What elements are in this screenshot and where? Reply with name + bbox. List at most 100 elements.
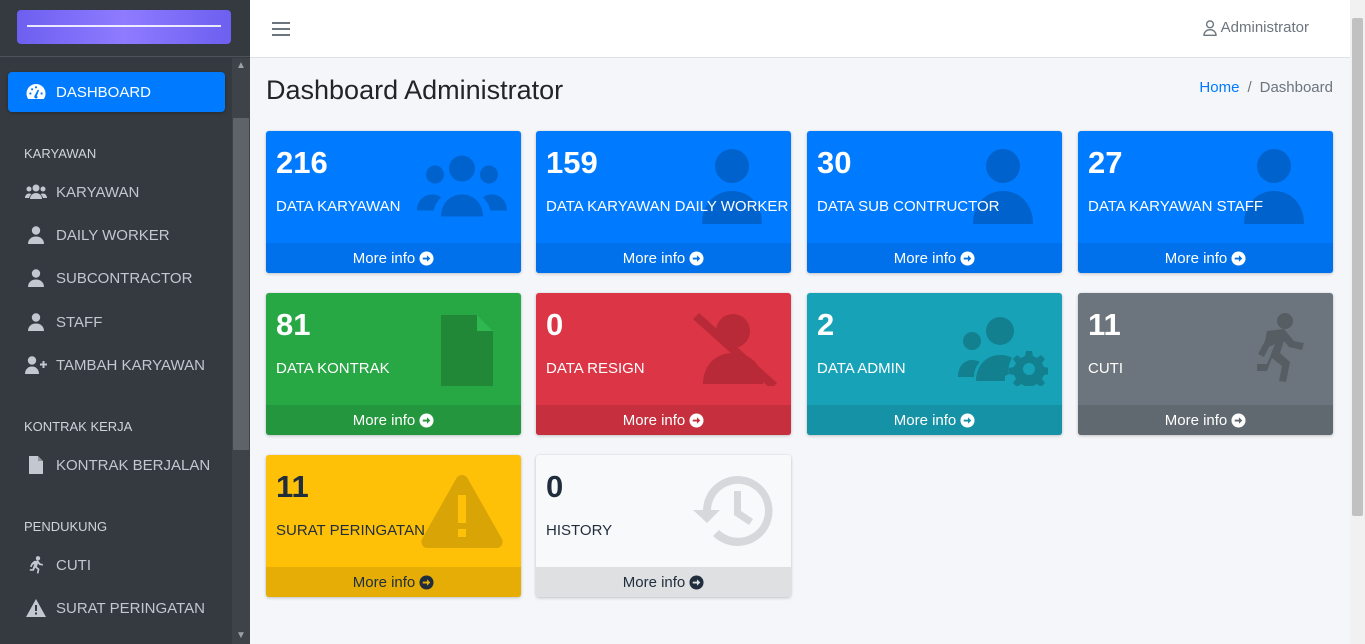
page-title: Dashboard Administrator: [266, 75, 564, 105]
box-value: 30: [817, 145, 852, 180]
sidebar-item-surat-peringatan[interactable]: SURAT PERINGATAN: [8, 588, 225, 628]
sidebar-item-subcontractor[interactable]: SUBCONTRACTOR: [8, 258, 225, 298]
small-box-data-admin: 2 DATA ADMIN More info: [807, 293, 1062, 435]
box-label: DATA KARYAWAN: [276, 198, 401, 215]
arrow-circle-right-icon: [419, 412, 434, 428]
box-value: 0: [546, 469, 564, 504]
more-info-link[interactable]: More info: [266, 243, 521, 273]
box-label: HISTORY: [546, 522, 613, 539]
more-info-label: More info: [622, 573, 686, 591]
sidebar-item-label: DAILY WORKER: [56, 226, 170, 244]
user-name: Administrator: [1220, 19, 1309, 36]
more-info-link[interactable]: More info: [536, 405, 791, 435]
sidebar-item-label: CUTI: [56, 556, 91, 574]
box-value: 2: [817, 307, 835, 342]
small-box-daily-worker: 159 DATA KARYAWAN DAILY WORKER More info: [536, 131, 791, 273]
small-box-history: 0 HISTORY More info: [536, 455, 791, 597]
box-label: DATA KONTRAK: [276, 360, 390, 377]
more-info-link[interactable]: More info: [1078, 405, 1333, 435]
more-info-label: More info: [352, 411, 416, 429]
sidebar-item-cuti[interactable]: CUTI: [8, 545, 225, 585]
small-box-cuti: 11 CUTI More info: [1078, 293, 1333, 435]
brand-logo[interactable]: [17, 10, 231, 44]
sidebar-nav: DASHBOARD KARYAWAN KARYAWAN DAILY WORKER…: [0, 58, 232, 644]
warning-icon: [417, 473, 507, 548]
menu-toggle-icon[interactable]: [272, 18, 290, 40]
box-value: 0: [546, 307, 564, 342]
box-value: 159: [546, 145, 598, 180]
user-slash-icon: [687, 311, 777, 389]
nav-header-kontrak-kerja: KONTRAK KERJA: [24, 419, 133, 434]
more-info-label: More info: [893, 411, 957, 429]
user-menu[interactable]: Administrator: [1202, 19, 1309, 36]
more-info-link[interactable]: More info: [807, 243, 1062, 273]
sidebar-item-tambah-karyawan[interactable]: TAMBAH KARYAWAN: [8, 345, 225, 385]
arrow-circle-right-icon: [419, 250, 434, 266]
arrow-circle-right-icon: [1231, 250, 1246, 266]
sidebar-scroll-thumb[interactable]: [233, 118, 249, 450]
more-info-link[interactable]: More info: [807, 405, 1062, 435]
user-icon: [25, 224, 47, 246]
box-value: 11: [276, 469, 309, 504]
small-box-surat-peringatan: 11 SURAT PERINGATAN More info: [266, 455, 521, 597]
user-icon: [25, 267, 47, 289]
small-box-data-karyawan: 216 DATA KARYAWAN More info: [266, 131, 521, 273]
more-info-label: More info: [893, 249, 957, 267]
users-icon: [25, 181, 47, 203]
arrow-circle-right-icon: [689, 250, 704, 266]
more-info-link[interactable]: More info: [536, 567, 791, 597]
sidebar-item-dashboard[interactable]: DASHBOARD: [8, 72, 225, 112]
file-icon: [417, 311, 507, 386]
user-plus-icon: [25, 354, 47, 376]
more-info-link[interactable]: More info: [536, 243, 791, 273]
topbar: Administrator: [250, 0, 1350, 58]
sidebar-item-karyawan[interactable]: KARYAWAN: [8, 172, 225, 212]
box-value: 216: [276, 145, 328, 180]
small-box-karyawan-staff: 27 DATA KARYAWAN STAFF More info: [1078, 131, 1333, 273]
small-box-data-kontrak: 81 DATA KONTRAK More info: [266, 293, 521, 435]
small-box-sub-contructor: 30 DATA SUB CONTRUCTOR More info: [807, 131, 1062, 273]
breadcrumb-separator: /: [1247, 79, 1252, 96]
scroll-up-icon[interactable]: ▲: [232, 58, 250, 74]
running-icon: [1229, 311, 1319, 386]
box-label: DATA ADMIN: [817, 360, 906, 377]
small-box-data-resign: 0 DATA RESIGN More info: [536, 293, 791, 435]
scroll-down-icon[interactable]: ▼: [232, 628, 250, 644]
sidebar-item-kontrak-berjalan[interactable]: KONTRAK BERJALAN: [8, 445, 225, 485]
page-scroll-thumb[interactable]: [1352, 18, 1363, 516]
breadcrumb: Home / Dashboard: [1199, 79, 1333, 96]
warning-icon: [25, 597, 47, 619]
box-label: CUTI: [1088, 360, 1123, 377]
arrow-circle-right-icon: [960, 250, 975, 266]
sidebar-scrollbar[interactable]: ▲ ▼: [232, 58, 250, 644]
sidebar: DASHBOARD KARYAWAN KARYAWAN DAILY WORKER…: [0, 0, 250, 644]
more-info-label: More info: [622, 249, 686, 267]
sidebar-item-label: STAFF: [56, 313, 103, 331]
more-info-label: More info: [352, 249, 416, 267]
arrow-circle-right-icon: [689, 412, 704, 428]
page-scrollbar[interactable]: [1350, 0, 1365, 644]
more-info-label: More info: [622, 411, 686, 429]
more-info-link[interactable]: More info: [266, 567, 521, 597]
more-info-label: More info: [1164, 411, 1228, 429]
arrow-circle-right-icon: [689, 574, 704, 590]
arrow-circle-right-icon: [1231, 412, 1246, 428]
brand[interactable]: [0, 0, 250, 57]
user-outline-icon: [1202, 19, 1217, 36]
sidebar-item-label: TAMBAH KARYAWAN: [56, 356, 205, 374]
nav-header-karyawan: KARYAWAN: [24, 146, 97, 161]
sidebar-item-daily-worker[interactable]: DAILY WORKER: [8, 215, 225, 255]
breadcrumb-home-link[interactable]: Home: [1199, 79, 1239, 96]
more-info-link[interactable]: More info: [266, 405, 521, 435]
history-icon: [687, 473, 777, 548]
running-icon: [25, 554, 47, 576]
file-icon: [25, 454, 47, 476]
arrow-circle-right-icon: [419, 574, 434, 590]
sidebar-item-staff[interactable]: STAFF: [8, 302, 225, 342]
box-label: DATA RESIGN: [546, 360, 645, 377]
more-info-label: More info: [1164, 249, 1228, 267]
box-value: 27: [1088, 145, 1123, 180]
breadcrumb-current: Dashboard: [1259, 79, 1333, 96]
more-info-link[interactable]: More info: [1078, 243, 1333, 273]
tachometer-icon: [25, 81, 47, 103]
